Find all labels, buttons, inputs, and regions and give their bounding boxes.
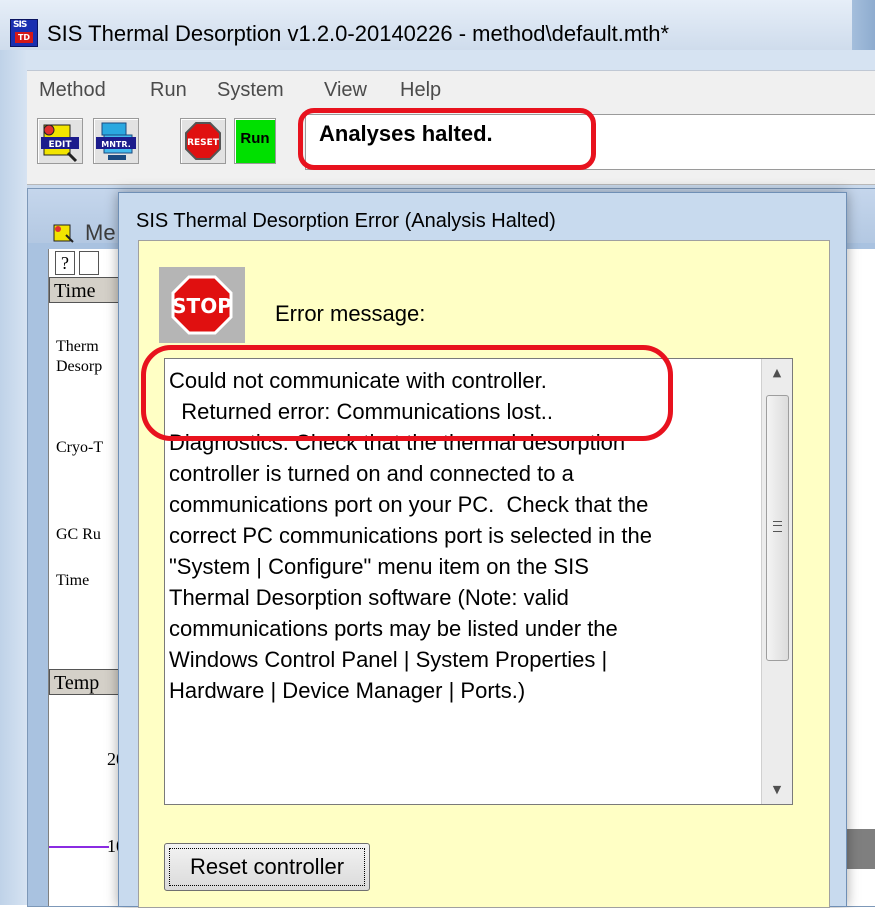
- monitor-icon: MNTR.: [96, 122, 136, 160]
- reset-stop-icon: RESET: [185, 122, 221, 160]
- error-dialog: SIS Thermal Desorption Error (Analysis H…: [118, 192, 847, 908]
- error-highlight-annotation: [141, 345, 673, 441]
- monitor-button[interactable]: MNTR.: [93, 118, 139, 164]
- stop-sign-icon: STOP: [171, 275, 233, 335]
- message-line: controller is turned on and connected to…: [169, 461, 574, 486]
- time-label: Time: [56, 572, 90, 589]
- window-frame-top: [27, 50, 875, 70]
- cryo-label: Cryo-T: [56, 439, 104, 456]
- scroll-thumb[interactable]: [766, 395, 789, 661]
- menu-help[interactable]: Help: [400, 79, 441, 102]
- help-box[interactable]: ?: [55, 251, 75, 275]
- scroll-down-icon[interactable]: ▼: [762, 776, 792, 804]
- menu-system[interactable]: System: [217, 79, 284, 102]
- window-frame-left: [0, 50, 27, 905]
- message-line: Hardware | Device Manager | Ports.): [169, 678, 526, 703]
- status-highlight-annotation: [298, 108, 596, 170]
- stop-icon-tile: STOP: [159, 267, 245, 343]
- app-icon-text-top: SIS: [13, 20, 27, 30]
- run-button[interactable]: Run: [234, 118, 276, 164]
- focus-rectangle: [169, 848, 365, 886]
- desorp-label: Desorp: [56, 358, 103, 375]
- run-button-label: Run: [240, 130, 270, 147]
- plot-line: [49, 846, 109, 848]
- checkbox[interactable]: [79, 251, 99, 275]
- message-line: Thermal Desorption software (Note: valid: [169, 585, 569, 610]
- menu-run[interactable]: Run: [150, 79, 187, 102]
- title-bar-edge: [852, 0, 875, 50]
- scroll-grip-icon: [773, 521, 782, 532]
- stop-sign-text: STOP: [172, 294, 232, 318]
- message-line: correct PC communications port is select…: [169, 523, 652, 548]
- dialog-body: STOP Error message: Could not communicat…: [138, 240, 830, 908]
- edit-icon-text: EDIT: [48, 140, 72, 150]
- monitor-icon-text: MNTR.: [101, 140, 130, 149]
- scroll-up-icon[interactable]: ▲: [762, 359, 792, 387]
- menu-bar: Method Run System View Help: [27, 70, 875, 107]
- message-scrollbar[interactable]: ▲ ▼: [761, 359, 792, 804]
- app-icon-text-bottom: TD: [15, 32, 33, 43]
- menu-method[interactable]: Method: [39, 79, 106, 102]
- message-line: communications port on your PC. Check th…: [169, 492, 649, 517]
- message-line: communications ports may be listed under…: [169, 616, 618, 641]
- error-message-label: Error message:: [275, 301, 426, 326]
- dialog-title: SIS Thermal Desorption Error (Analysis H…: [136, 210, 556, 232]
- edit-icon: EDIT: [41, 124, 79, 163]
- edit-method-button[interactable]: EDIT: [37, 118, 83, 164]
- app-icon[interactable]: SIS TD: [10, 19, 38, 47]
- message-line: Windows Control Panel | System Propertie…: [169, 647, 608, 672]
- title-bar[interactable]: SIS TD SIS Thermal Desorption v1.2.0-201…: [0, 0, 875, 50]
- window-title: SIS Thermal Desorption v1.2.0-20140226 -…: [47, 21, 670, 46]
- child-window-title: Me: [85, 220, 116, 245]
- therm-label: Therm: [56, 338, 99, 355]
- reset-icon-text: RESET: [187, 138, 220, 148]
- reset-controller-button[interactable]: Reset controller: [164, 843, 370, 891]
- message-line: "System | Configure" menu item on the SI…: [169, 554, 589, 579]
- reset-toolbar-button[interactable]: RESET: [180, 118, 226, 164]
- method-window-icon: [53, 224, 74, 243]
- gc-run-label: GC Ru: [56, 526, 101, 543]
- menu-view[interactable]: View: [324, 79, 367, 102]
